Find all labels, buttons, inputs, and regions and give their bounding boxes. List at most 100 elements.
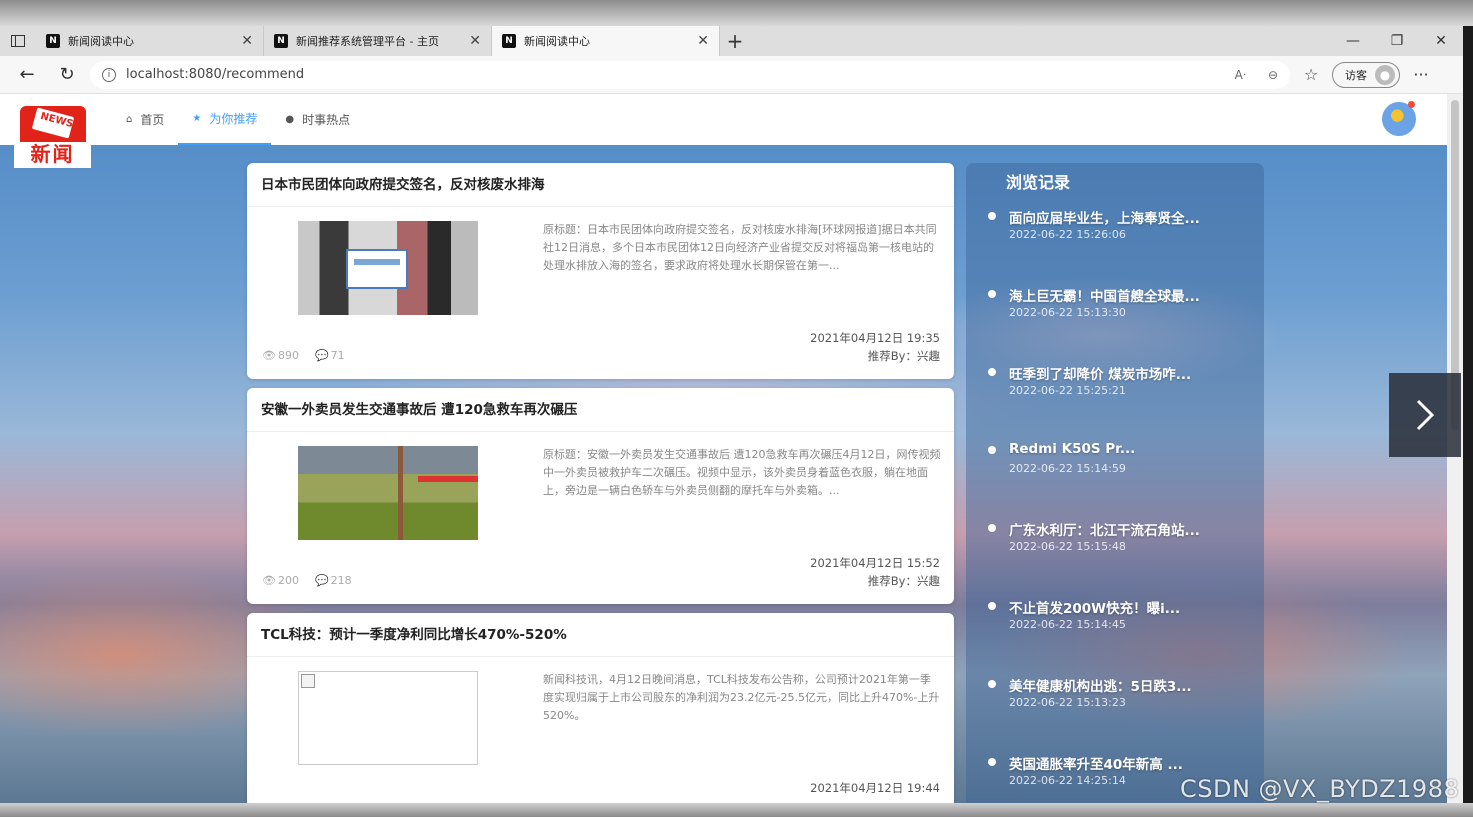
nav-label: 时事热点 xyxy=(302,113,351,127)
back-icon[interactable]: ← xyxy=(10,60,44,90)
history-item-time: 2022-06-22 15:13:23 xyxy=(1009,696,1126,709)
chevron-right-icon[interactable] xyxy=(1389,373,1461,457)
image-detail xyxy=(418,476,478,482)
comments-stat: 💬 71 xyxy=(315,349,345,362)
news-title[interactable]: 安徽一外卖员发生交通事故后 遭120急救车再次碾压 xyxy=(247,388,954,432)
browser-window: N 新闻阅读中心 ✕ N 新闻推荐系统管理平台 - 主页 ✕ N 新闻阅读中心 … xyxy=(0,0,1463,803)
minimize-icon[interactable]: — xyxy=(1331,33,1375,49)
user-avatar[interactable] xyxy=(1382,101,1416,136)
new-tab-button[interactable]: + xyxy=(720,29,750,53)
history-item-time: 2022-06-22 14:25:14 xyxy=(1009,774,1126,787)
tab-title: 新闻阅读中心 xyxy=(524,35,590,48)
url-text: localhost:8080/recommend xyxy=(126,67,305,82)
views-stat: 👁 200 xyxy=(262,574,299,587)
tab-actions-icon[interactable] xyxy=(0,26,36,56)
main-nav: ⌂ 首页 ★ 为你推荐 ● 时事热点 xyxy=(112,94,364,145)
url-field[interactable]: i localhost:8080/recommend Aᐧ ⊖ xyxy=(90,60,1290,89)
news-card[interactable]: 日本市民团体向政府提交签名，反对核废水排海 原标题：日本市民团体向政府提交签名，… xyxy=(247,163,954,379)
news-title[interactable]: TCL科技：预计一季度净利同比增长470%-520% xyxy=(247,613,954,657)
browser-tab-2[interactable]: N 新闻推荐系统管理平台 - 主页 ✕ xyxy=(264,26,492,56)
more-options-icon[interactable]: ··· xyxy=(1406,65,1436,84)
news-card[interactable]: 安徽一外卖员发生交通事故后 遭120急救车再次碾压 原标题：安徽一外卖员发生交通… xyxy=(247,388,954,604)
url-actions: Aᐧ ⊖ xyxy=(1235,68,1278,82)
fire-icon: ● xyxy=(285,114,295,125)
site-logo[interactable]: NEWS 新闻 xyxy=(14,104,91,168)
comments-stat: 💬 218 xyxy=(315,574,352,587)
address-bar: ← ↻ i localhost:8080/recommend Aᐧ ⊖ ☆ 访客… xyxy=(0,56,1463,94)
close-window-icon[interactable]: ✕ xyxy=(1419,33,1463,49)
nav-hot[interactable]: ● 时事热点 xyxy=(271,94,364,145)
news-title[interactable]: 日本市民团体向政府提交签名，反对核废水排海 xyxy=(247,163,954,207)
broken-image-icon xyxy=(301,674,315,688)
bullet-icon xyxy=(988,212,996,220)
news-stats: 👁 200 💬 218 xyxy=(262,574,352,587)
views-icon: 👁 xyxy=(262,574,276,587)
news-image[interactable] xyxy=(298,221,478,315)
views-count: 890 xyxy=(277,349,299,362)
close-tab-icon[interactable]: ✕ xyxy=(697,33,709,49)
history-item-title: 面向应届毕业生，上海奉贤全... xyxy=(1009,211,1200,227)
close-tab-icon[interactable]: ✕ xyxy=(469,33,481,49)
news-card[interactable]: TCL科技：预计一季度净利同比增长470%-520% 新闻科技讯，4月12日晚间… xyxy=(247,613,954,803)
star-icon: ★ xyxy=(192,113,202,124)
window-top-edge xyxy=(0,0,1463,26)
history-item-title: Redmi K50S Pr... xyxy=(1009,441,1136,457)
home-icon: ⌂ xyxy=(126,114,133,125)
bullet-icon xyxy=(988,290,996,298)
zoom-icon[interactable]: ⊖ xyxy=(1268,68,1278,82)
news-summary: 新闻科技讯，4月12日晚间消息，TCL科技发布公告称，公司预计2021年第一季度… xyxy=(543,673,940,722)
bullet-icon xyxy=(988,446,996,454)
views-icon: 👁 xyxy=(262,349,276,362)
history-item-time: 2022-06-22 15:14:45 xyxy=(1009,618,1126,631)
news-image[interactable] xyxy=(298,446,478,540)
profile-label: 访客 xyxy=(1345,68,1367,82)
nav-home[interactable]: ⌂ 首页 xyxy=(112,94,178,145)
bullet-icon xyxy=(988,680,996,688)
history-item-title: 广东水利厅：北江干流石角站... xyxy=(1009,523,1200,539)
browser-tab-3[interactable]: N 新闻阅读中心 ✕ xyxy=(492,26,720,56)
news-summary: 原标题：日本市民团体向政府提交签名，反对核废水排海[环球网报道]据日本共同社12… xyxy=(543,223,937,272)
image-detail xyxy=(398,446,403,540)
news-date: 2021年04月12日 15:52 xyxy=(810,556,940,570)
history-item-time: 2022-06-22 15:13:30 xyxy=(1009,306,1126,319)
watermark: CSDN @VX_BYDZ1988 xyxy=(1180,775,1460,803)
browser-tab-1[interactable]: N 新闻阅读中心 ✕ xyxy=(36,26,264,56)
history-item-time: 2022-06-22 15:15:48 xyxy=(1009,540,1126,553)
tab-favicon-icon: N xyxy=(46,34,60,48)
read-aloud-icon[interactable]: Aᐧ xyxy=(1235,68,1246,82)
refresh-icon[interactable]: ↻ xyxy=(50,60,84,90)
comments-count: 218 xyxy=(330,574,352,587)
site-info-icon[interactable]: i xyxy=(102,67,116,82)
tab-bar: N 新闻阅读中心 ✕ N 新闻推荐系统管理平台 - 主页 ✕ N 新闻阅读中心 … xyxy=(0,26,1463,56)
news-logo-icon: NEWS xyxy=(19,106,86,142)
views-stat: 👁 890 xyxy=(262,349,299,362)
history-item-title: 海上巨无霸！中国首艘全球最... xyxy=(1009,289,1200,305)
close-tab-icon[interactable]: ✕ xyxy=(241,33,253,49)
tab-favicon-icon: N xyxy=(274,34,288,48)
bullet-icon xyxy=(988,758,996,766)
bullet-icon xyxy=(988,602,996,610)
favorites-icon[interactable]: ☆ xyxy=(1296,65,1326,84)
tab-title: 新闻推荐系统管理平台 - 主页 xyxy=(296,35,439,48)
history-item-time: 2022-06-22 15:14:59 xyxy=(1009,462,1126,475)
views-count: 200 xyxy=(277,574,299,587)
image-detail xyxy=(346,249,408,289)
comment-icon: 💬 xyxy=(314,574,329,587)
news-date: 2021年04月12日 19:35 xyxy=(810,331,940,345)
recommend-reason: 推荐By：兴趣 xyxy=(867,349,940,363)
nav-recommend[interactable]: ★ 为你推荐 xyxy=(178,94,272,145)
history-item-time: 2022-06-22 15:25:21 xyxy=(1009,384,1126,397)
recommend-reason: 推荐By：兴趣 xyxy=(867,574,940,588)
history-item-title: 英国通胀率升至40年新高 ... xyxy=(1009,757,1183,773)
news-summary: 原标题：安徽一外卖员发生交通事故后 遭120急救车再次碾压4月12日，网传视频中… xyxy=(543,448,941,497)
window-controls: — ❐ ✕ xyxy=(1331,33,1463,49)
news-image[interactable] xyxy=(298,671,478,765)
profile-avatar-icon: ● xyxy=(1375,64,1395,85)
profile-button[interactable]: 访客 ● xyxy=(1332,61,1400,88)
site-header: ⌂ 首页 ★ 为你推荐 ● 时事热点 xyxy=(0,94,1447,145)
nav-label: 为你推荐 xyxy=(209,112,258,126)
history-panel: 浏览记录 面向应届毕业生，上海奉贤全... 2022-06-22 15:26:06… xyxy=(966,163,1264,803)
history-item-title: 不止首发200W快充！曝i... xyxy=(1009,601,1181,617)
restore-icon[interactable]: ❐ xyxy=(1375,33,1419,49)
history-item-title: 美年健康机构出逃：5日跌3... xyxy=(1009,679,1192,695)
